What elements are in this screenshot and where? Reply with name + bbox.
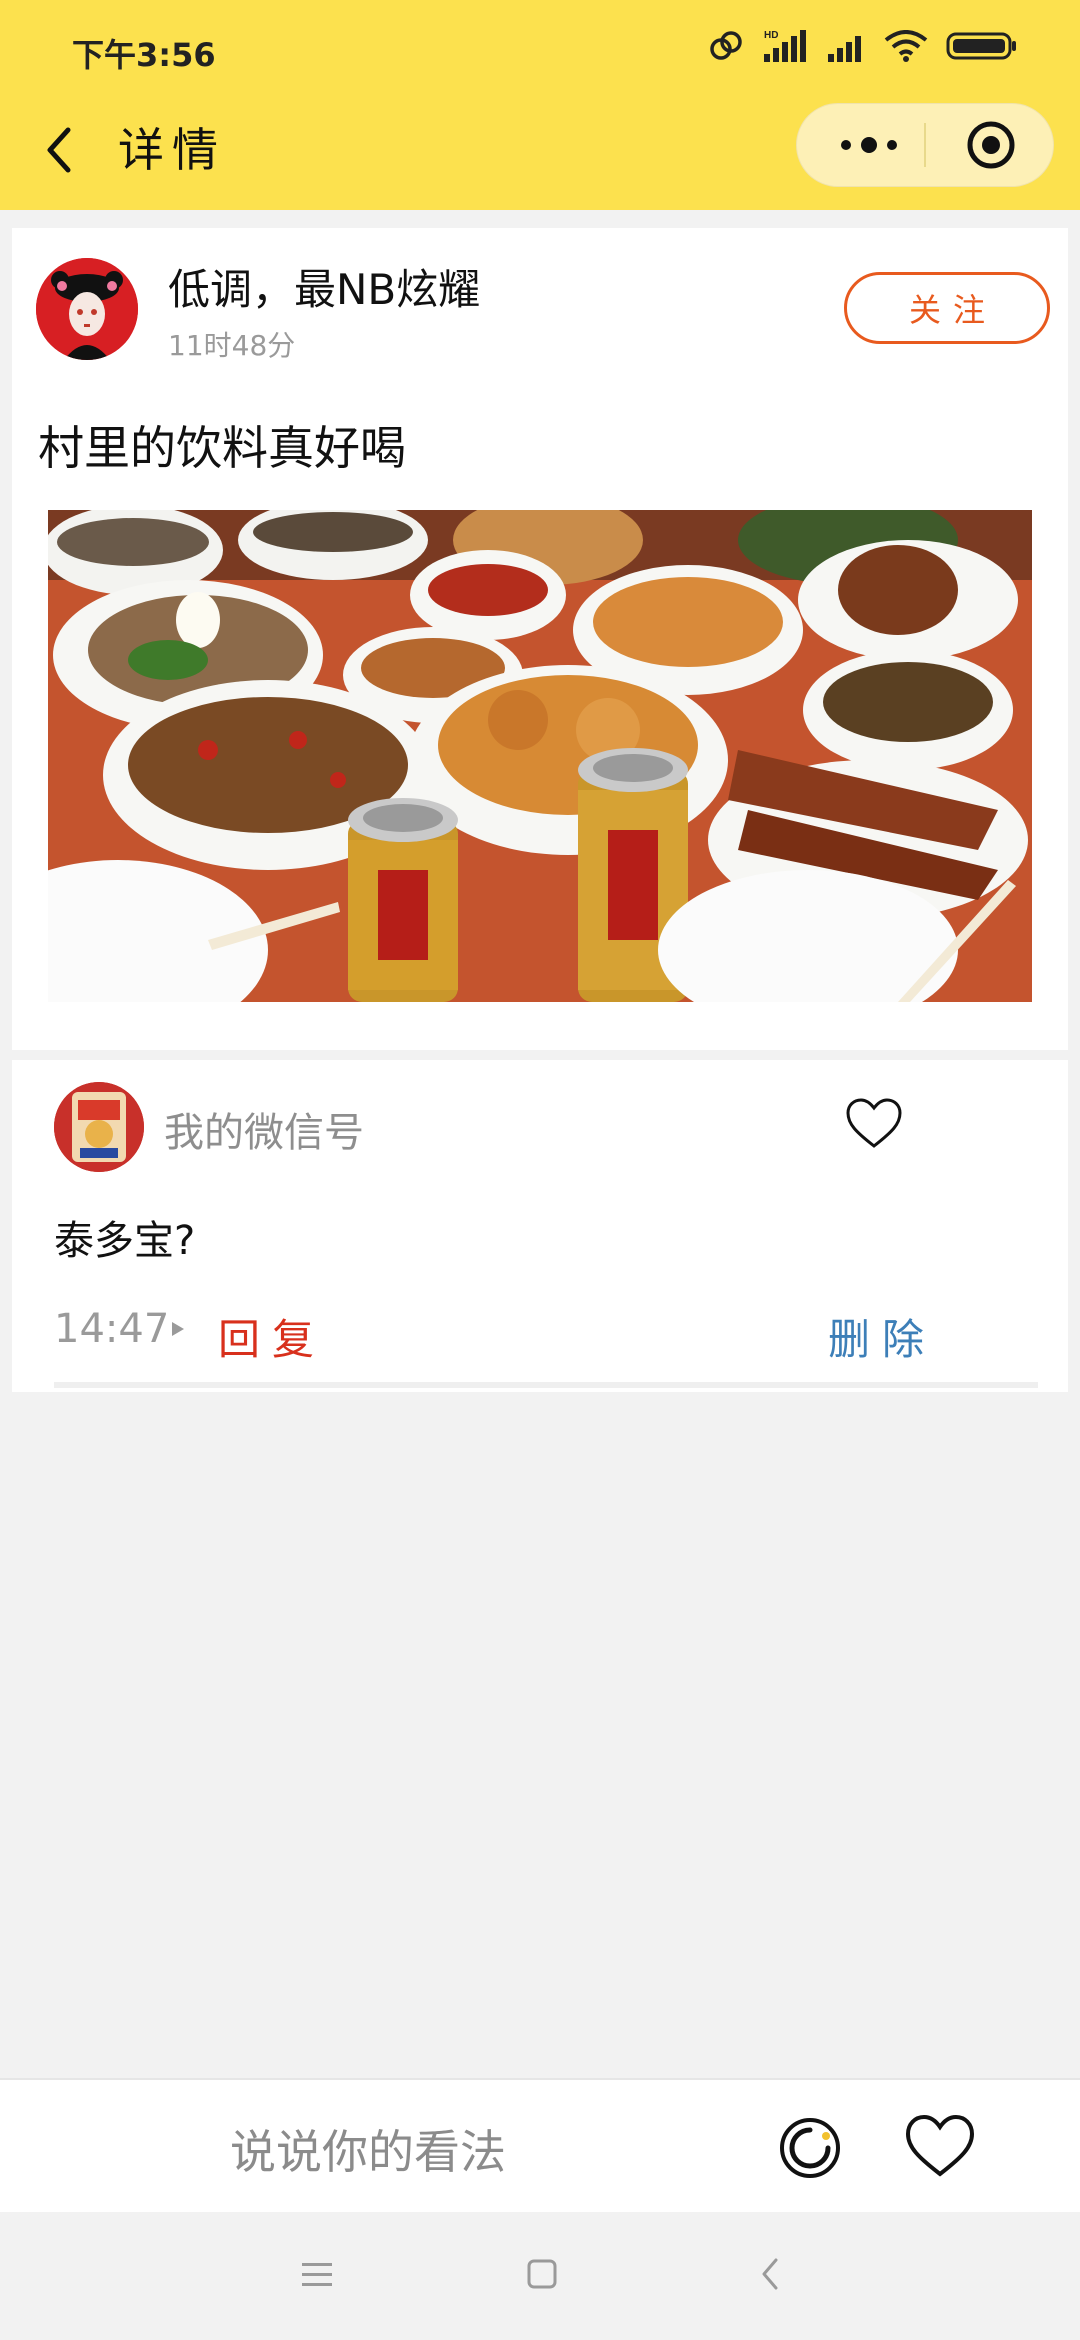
comment-text: 泰多宝? — [54, 1218, 196, 1264]
post-like-button[interactable] — [902, 2110, 978, 2182]
link-icon — [710, 31, 742, 60]
back-button[interactable] — [36, 120, 86, 180]
post-photo[interactable] — [48, 510, 1032, 1002]
follow-button[interactable]: 关注 — [844, 272, 1050, 344]
reply-button[interactable]: 回复 — [218, 1306, 326, 1367]
detail-page: 下午3:56 HD 详情 低调，最NB炫耀 11时48分 关注 村里的饮料真好喝… — [0, 0, 1080, 2340]
avatar-illustration — [54, 1082, 144, 1172]
status-bar: 下午3:56 HD — [0, 0, 1080, 100]
signal-hd-icon: HD — [764, 30, 806, 62]
miniprogram-capsule — [796, 103, 1054, 187]
play-triangle-icon — [172, 1322, 184, 1336]
status-time: 下午3:56 — [72, 36, 216, 74]
comment-input-bar: 说说你的看法 — [0, 2078, 1080, 2214]
hd-badge: HD — [764, 30, 778, 41]
comment-card: 我的微信号 泰多宝? 14:47 回复 删除 — [12, 1060, 1068, 1392]
post-card: 低调，最NB炫耀 11时48分 关注 村里的饮料真好喝 — [12, 228, 1068, 1050]
comment-like-button[interactable] — [842, 1092, 906, 1156]
heart-outline-icon — [846, 1098, 902, 1148]
system-back-button[interactable] — [758, 2256, 782, 2292]
system-nav-bar — [0, 2212, 1080, 2340]
chevron-left-icon — [47, 127, 71, 173]
comment-time: 14:47 — [54, 1306, 170, 1352]
commenter-avatar[interactable] — [54, 1082, 144, 1172]
avatar-illustration — [36, 258, 138, 360]
signal-icon — [828, 36, 861, 62]
status-icons: HD — [708, 28, 1018, 64]
menu-icon — [302, 2263, 332, 2286]
chevron-left-icon — [762, 2258, 778, 2290]
comment-input[interactable]: 说说你的看法 — [230, 2116, 506, 2182]
battery-icon — [946, 32, 1016, 60]
nav-bar: 详情 — [0, 100, 1080, 210]
home-button[interactable] — [526, 2258, 558, 2290]
share-ring-icon — [780, 2118, 840, 2178]
recent-apps-button[interactable] — [300, 2260, 334, 2290]
post-text: 村里的饮料真好喝 — [38, 421, 406, 475]
square-home-icon — [527, 2259, 557, 2289]
author-avatar[interactable] — [36, 258, 138, 360]
more-dots-icon — [841, 137, 897, 153]
share-button[interactable] — [776, 2114, 844, 2182]
page-title: 详情 — [118, 123, 226, 177]
food-table-image — [48, 510, 1032, 1002]
close-miniprogram-button[interactable] — [956, 115, 1026, 175]
post-time: 11时48分 — [168, 329, 296, 362]
heart-outline-icon — [905, 2114, 975, 2177]
target-circle-icon — [967, 121, 1015, 169]
author-name[interactable]: 低调，最NB炫耀 — [168, 256, 480, 317]
capsule-divider — [924, 123, 926, 167]
comment-divider — [54, 1382, 1038, 1388]
more-button[interactable] — [824, 115, 914, 175]
delete-button[interactable]: 删除 — [828, 1306, 936, 1367]
wifi-icon — [884, 30, 928, 62]
commenter-name[interactable]: 我的微信号 — [164, 1100, 364, 1158]
